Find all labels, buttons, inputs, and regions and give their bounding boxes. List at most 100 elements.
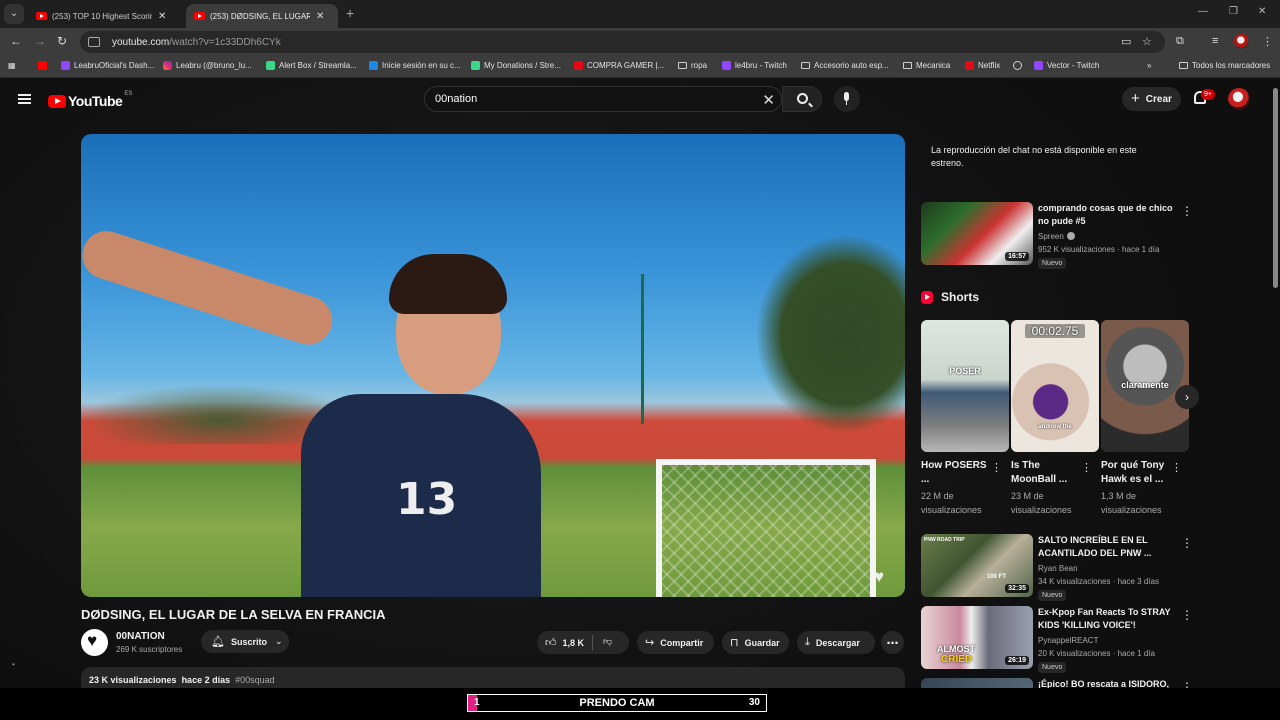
comprag-icon [574,61,583,70]
shorts-heading-text: Shorts [941,290,980,304]
search-button[interactable] [782,86,822,112]
related-meta: 20 K visualizaciones · hace 1 día [1038,649,1155,658]
browser-tab-2[interactable]: (253) DØDSING, EL LUGAR DE L ✕ [186,4,338,28]
voice-search-icon[interactable] [834,86,860,112]
minimize-icon[interactable]: — [1198,6,1208,17]
create-button[interactable]: + Crear [1122,87,1181,111]
video-thumbnail[interactable] [921,678,1033,688]
related-title[interactable]: ¡Épico! BO rescata a ISIDORO, [1038,678,1173,688]
all-bookmarks[interactable]: Todos los marcadores [1179,61,1270,70]
cast-icon[interactable]: ▭ [1121,35,1131,48]
maximize-icon[interactable]: ❐ [1229,6,1238,17]
site-info-icon[interactable] [88,37,100,47]
short-thumbnail[interactable]: claramente [1101,320,1189,452]
description-box[interactable]: 23 K visualizaciones hace 2 días #00squa… [81,667,905,688]
more-bookmarks-icon[interactable]: » [1147,61,1151,70]
related-video[interactable]: ALMOST CRIED 26:19 Ex-Kpop Fan Reacts To… [921,606,1193,673]
chevron-right-icon[interactable]: › [1175,385,1199,409]
channel-watermark-icon[interactable]: ♥ [874,567,884,587]
short-item[interactable]: claramente Por qué Tony Hawk es el ... ⋮… [1101,320,1189,515]
bookmark-youtube[interactable] [38,61,51,70]
url-path: /watch?v=1c33DDh6CYk [169,36,281,48]
related-video[interactable]: ¡Épico! BO rescata a ISIDORO, ⋮ [921,678,1193,688]
bookmark-9[interactable]: Mecanica [903,61,950,70]
search-input[interactable]: 00nation ✕ [424,86,782,112]
more-vertical-icon[interactable]: ⋮ [1181,680,1193,688]
youtube-logo[interactable]: YouTube ES [48,91,132,109]
bookmark-star-icon[interactable]: ☆ [1142,35,1152,48]
url-host: youtube.com [112,36,170,48]
more-vertical-icon[interactable]: ⋮ [991,461,1002,474]
address-bar[interactable]: youtube.com/watch?v=1c33DDh6CYk [80,31,1165,53]
subscribed-button[interactable]: 🔔︎ Suscrito ⌄ [201,630,289,653]
short-item[interactable]: 00:02.75 andnow the Is The MoonBall ... … [1011,320,1099,515]
bookmark-0[interactable]: LeabruOficial's Dash... [61,61,154,70]
bookmark-1[interactable]: Leabru (@bruno_lu... [163,61,252,70]
forward-icon[interactable]: → [34,34,46,48]
short-item[interactable]: POSER How POSERS ... ⋮ 22 M de visualiza… [921,320,1009,515]
browser-menu-icon[interactable]: ⋮ [1262,35,1273,48]
bookmark-label: Inicie sesión en su c... [382,61,461,70]
short-title[interactable]: Is The MoonBall ... [1011,459,1081,487]
close-window-icon[interactable]: ✕ [1258,6,1266,17]
bookmark-5[interactable]: COMPRA GAMER |... [574,61,664,70]
bookmark-8[interactable]: Accesorio auto esp... [801,61,889,70]
short-thumbnail[interactable]: POSER [921,320,1009,452]
bookmark-3[interactable]: Inicie sesión en su c... [369,61,461,70]
download-button[interactable]: ⤓ Descargar [797,631,875,654]
video-thumbnail[interactable]: 16:57 [921,202,1033,265]
like-button[interactable]: 👍︎ 1,8 K [545,636,584,649]
extensions-icon[interactable]: ⧉ [1176,35,1184,48]
related-video[interactable]: 16:57 comprando cosas que de chico no pu… [921,202,1193,269]
reload-icon[interactable]: ↻ [57,34,67,48]
bookmark-2[interactable]: Alert Box / Streamla... [266,61,357,70]
more-vertical-icon[interactable]: ⋮ [1171,461,1182,474]
bookmark-12[interactable]: Vector - Twitch [1034,61,1099,70]
short-title[interactable]: Por qué Tony Hawk es el ... [1101,459,1171,487]
chat-unavailable-message: La reproducción del chat no está disponi… [931,145,1137,168]
bookmark-11[interactable] [1013,61,1026,70]
page-scrollbar[interactable] [1271,78,1280,688]
clear-search-icon[interactable]: ✕ [762,91,775,109]
channel-name[interactable]: 00NATION [116,631,165,642]
bookmark-6[interactable]: ropa [678,61,707,70]
reading-list-icon[interactable]: ≡ [1212,35,1218,47]
related-title[interactable]: comprando cosas que de chico no pude #5 [1038,202,1173,228]
more-vertical-icon[interactable]: ⋮ [1181,536,1193,550]
more-vertical-icon[interactable]: ⋮ [1181,608,1193,622]
save-button[interactable]: ⊓ Guardar [722,631,789,654]
shorts-icon [921,290,933,304]
new-tab-button[interactable]: + [346,5,354,21]
short-title[interactable]: How POSERS ... [921,459,991,487]
goal-progress-bar: 1 PRENDO CAM 30 [467,694,767,712]
hashtag-link[interactable]: #00squad [235,675,275,685]
back-icon[interactable]: ← [10,34,22,48]
short-thumbnail[interactable]: 00:02.75 andnow the [1011,320,1099,452]
video-thumbnail[interactable]: PNW ROAD TRIP 100 FT 32:35 [921,534,1033,597]
related-video[interactable]: PNW ROAD TRIP 100 FT 32:35 SALTO INCREÍB… [921,534,1193,601]
related-title[interactable]: Ex-Kpop Fan Reacts To STRAY KIDS 'KILLIN… [1038,606,1173,632]
video-duration: 26:19 [1005,656,1029,665]
tab-search-button[interactable]: ⌄ [4,4,24,24]
bookmark-10[interactable]: Netflix [965,61,1000,70]
bookmark-7[interactable]: le4bru - Twitch [722,61,787,70]
channel-avatar[interactable] [81,629,108,656]
bookmark-label: Accesorio auto esp... [814,61,889,70]
related-title[interactable]: SALTO INCREÍBLE EN EL ACANTILADO DEL PNW… [1038,534,1173,560]
apps-grid-icon[interactable]: ▦ [8,61,16,70]
bookmark-4[interactable]: My Donations / Stre... [471,61,561,70]
browser-profile-avatar[interactable] [1234,34,1249,49]
close-tab-icon[interactable]: ✕ [158,11,166,22]
dislike-button[interactable]: 👎︎ [603,636,612,647]
scrollbar-thumb[interactable] [1273,88,1278,288]
browser-tab-1[interactable]: (253) TOP 10 Highest Scoring T ✕ [28,4,180,28]
account-avatar[interactable] [1228,88,1250,110]
video-player[interactable]: 13 ♥ [81,134,905,597]
share-button[interactable]: ↪ Compartir [637,631,714,654]
menu-icon[interactable] [18,94,31,104]
video-thumbnail[interactable]: ALMOST CRIED 26:19 [921,606,1033,669]
close-tab-icon[interactable]: ✕ [316,11,324,22]
more-actions-button[interactable]: ⋯ [881,631,904,654]
more-vertical-icon[interactable]: ⋮ [1081,461,1092,474]
more-vertical-icon[interactable]: ⋮ [1181,204,1193,218]
